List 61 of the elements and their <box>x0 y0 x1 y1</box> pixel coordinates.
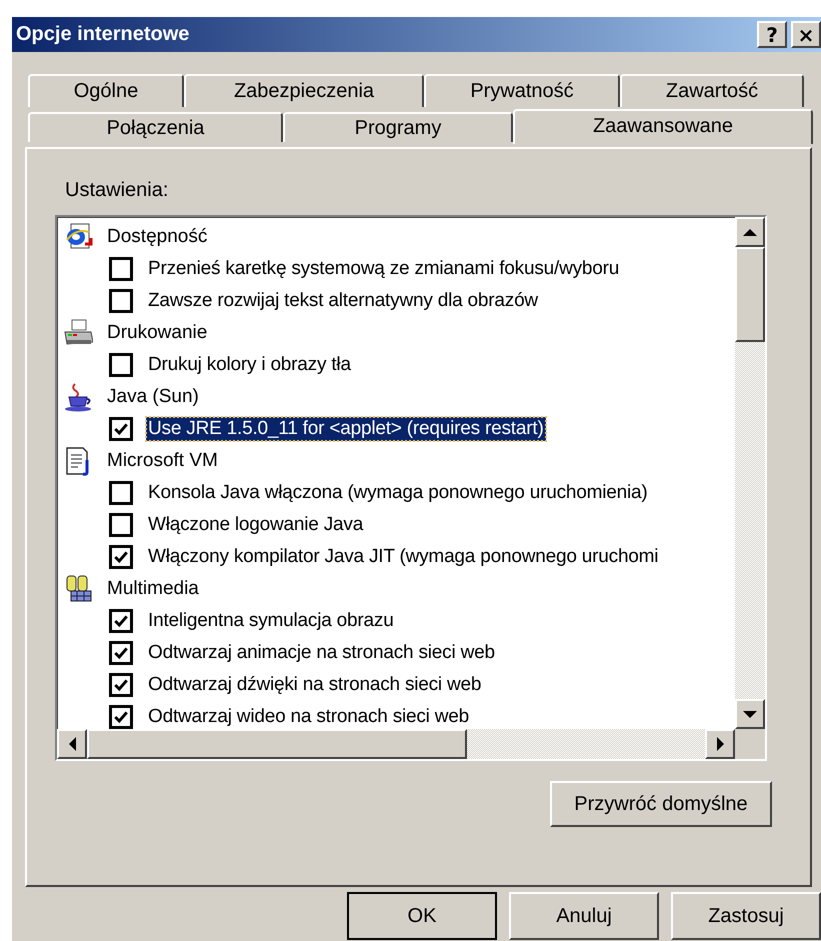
check-icon <box>113 677 129 693</box>
option-label[interactable]: Odtwarzaj animacje na stronach sieci web <box>146 641 497 665</box>
window-title: Opcje internetowe <box>16 23 190 46</box>
category-label: Java (Sun) <box>107 386 199 408</box>
tab[interactable]: Zawartość <box>620 74 804 107</box>
scroll-thumb[interactable] <box>735 247 765 342</box>
settings-label: Ustawienia: <box>65 179 170 203</box>
category-label: Multimedia <box>107 578 199 600</box>
checkbox[interactable] <box>109 257 133 281</box>
option-label[interactable]: Zawsze rozwijaj tekst alternatywny dla obrazów <box>146 289 540 313</box>
restore-defaults-button[interactable]: Przywróć domyślne <box>550 781 772 827</box>
down-arrow-icon <box>743 710 757 718</box>
tab[interactable]: Zabezpieczenia <box>184 74 424 107</box>
option-label[interactable]: Konsola Java włączona (wymaga ponownego uruchomienia) <box>146 481 650 505</box>
scroll-right-button[interactable] <box>705 729 735 759</box>
right-arrow-icon <box>716 737 724 751</box>
checkbox[interactable] <box>109 609 133 633</box>
checkbox[interactable] <box>109 545 133 569</box>
scroll-up-button[interactable] <box>735 217 765 247</box>
checkbox[interactable] <box>109 289 133 313</box>
coffee-cup-icon <box>63 382 93 412</box>
dialog-button[interactable]: Anuluj <box>509 892 659 940</box>
tab[interactable]: Połączenia <box>28 112 283 142</box>
checkbox[interactable] <box>109 353 133 377</box>
left-arrow-icon <box>68 737 76 751</box>
checkbox[interactable] <box>109 481 133 505</box>
option-label[interactable]: Drukuj kolory i obrazy tła <box>146 353 353 377</box>
option-label[interactable]: Włączone logowanie Java <box>146 513 366 537</box>
check-icon <box>113 709 129 725</box>
checkbox[interactable] <box>109 417 133 441</box>
checkbox[interactable] <box>109 641 133 665</box>
horizontal-scrollbar[interactable] <box>57 729 735 759</box>
option-label[interactable]: Use JRE 1.5.0_11 for <applet> (requires restart) <box>146 417 546 441</box>
option-label[interactable]: Odtwarzaj dźwięki na stronach sieci web <box>146 673 484 697</box>
tab[interactable]: Programy <box>283 112 513 142</box>
scroll-down-button[interactable] <box>735 699 765 729</box>
tab[interactable]: Prywatność <box>424 74 620 107</box>
dialog-button[interactable]: Zastosuj <box>671 892 821 940</box>
close-button[interactable]: × <box>791 21 821 48</box>
checkbox[interactable] <box>109 513 133 537</box>
check-icon <box>113 645 129 661</box>
help-button[interactable]: ? <box>757 21 787 48</box>
scroll-left-button[interactable] <box>57 729 87 759</box>
check-icon <box>113 613 129 629</box>
checkbox[interactable] <box>109 705 133 729</box>
check-icon <box>113 421 129 437</box>
category-label: Dostępność <box>107 226 208 248</box>
tab[interactable]: Ogólne <box>28 74 184 107</box>
up-arrow-icon <box>743 228 757 236</box>
category-label: Drukowanie <box>107 322 208 344</box>
vertical-scrollbar[interactable] <box>735 217 765 729</box>
tab[interactable]: Zaawansowane <box>513 109 813 144</box>
dialog-button[interactable]: OK <box>347 892 497 940</box>
option-label[interactable]: Inteligentna symulacja obrazu <box>146 609 396 633</box>
scroll-thumb[interactable] <box>87 729 467 759</box>
check-icon <box>113 549 129 565</box>
checkbox[interactable] <box>109 673 133 697</box>
option-label[interactable]: Przenieś karetkę systemową ze zmianami fokusu/wyboru <box>146 257 622 281</box>
option-label[interactable]: Odtwarzaj wideo na stronach sieci web <box>146 705 472 729</box>
category-label: Microsoft VM <box>107 450 218 472</box>
option-label[interactable]: Włączony kompilator Java JIT (wymaga ponownego uruchomi <box>146 545 660 569</box>
